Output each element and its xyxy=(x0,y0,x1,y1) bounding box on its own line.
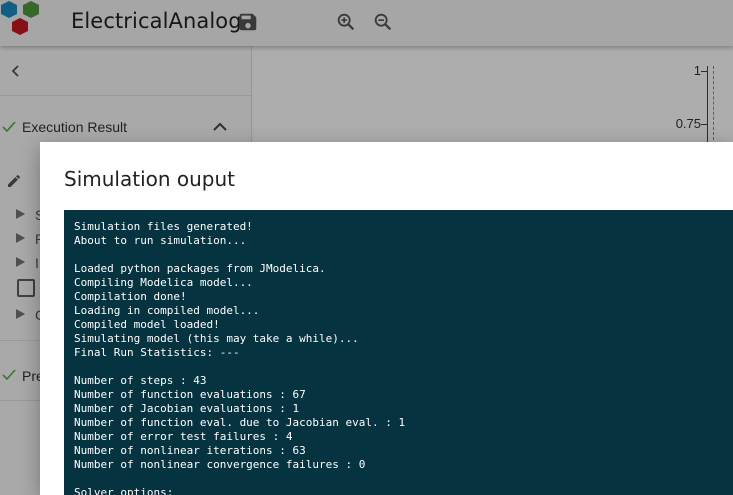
console-line: Loaded python packages from JModelica. xyxy=(74,262,326,275)
console-line: Simulation files generated! xyxy=(74,220,253,233)
console-line: Compilation done! xyxy=(74,290,187,303)
console-line: Number of steps : 43 xyxy=(74,374,207,387)
console-line: Number of function evaluations : 67 xyxy=(74,388,306,401)
console-line: Number of nonlinear iterations : 63 xyxy=(74,444,306,457)
console-line: About to run simulation... xyxy=(74,234,247,247)
console-line: Number of Jacobian evaluations : 1 xyxy=(74,402,300,415)
console-line: Final Run Statistics: --- xyxy=(74,346,240,359)
console-line: Solver options: xyxy=(74,486,174,495)
console-line: Number of function eval. due to Jacobian… xyxy=(74,416,406,429)
console-line: Compiling Modelica model... xyxy=(74,276,253,289)
console-line: Simulating model (this may take a while)… xyxy=(74,332,359,345)
console-line: Loading in compiled model... xyxy=(74,304,260,317)
simulation-console-output[interactable]: Simulation files generated! About to run … xyxy=(64,210,733,495)
dialog-title: Simulation ouput xyxy=(64,167,236,191)
simulation-output-dialog: Simulation ouput Simulation files genera… xyxy=(40,142,733,495)
console-line: Number of error test failures : 4 xyxy=(74,430,293,443)
console-line: Compiled model loaded! xyxy=(74,318,220,331)
console-line: Number of nonlinear convergence failures… xyxy=(74,458,366,471)
